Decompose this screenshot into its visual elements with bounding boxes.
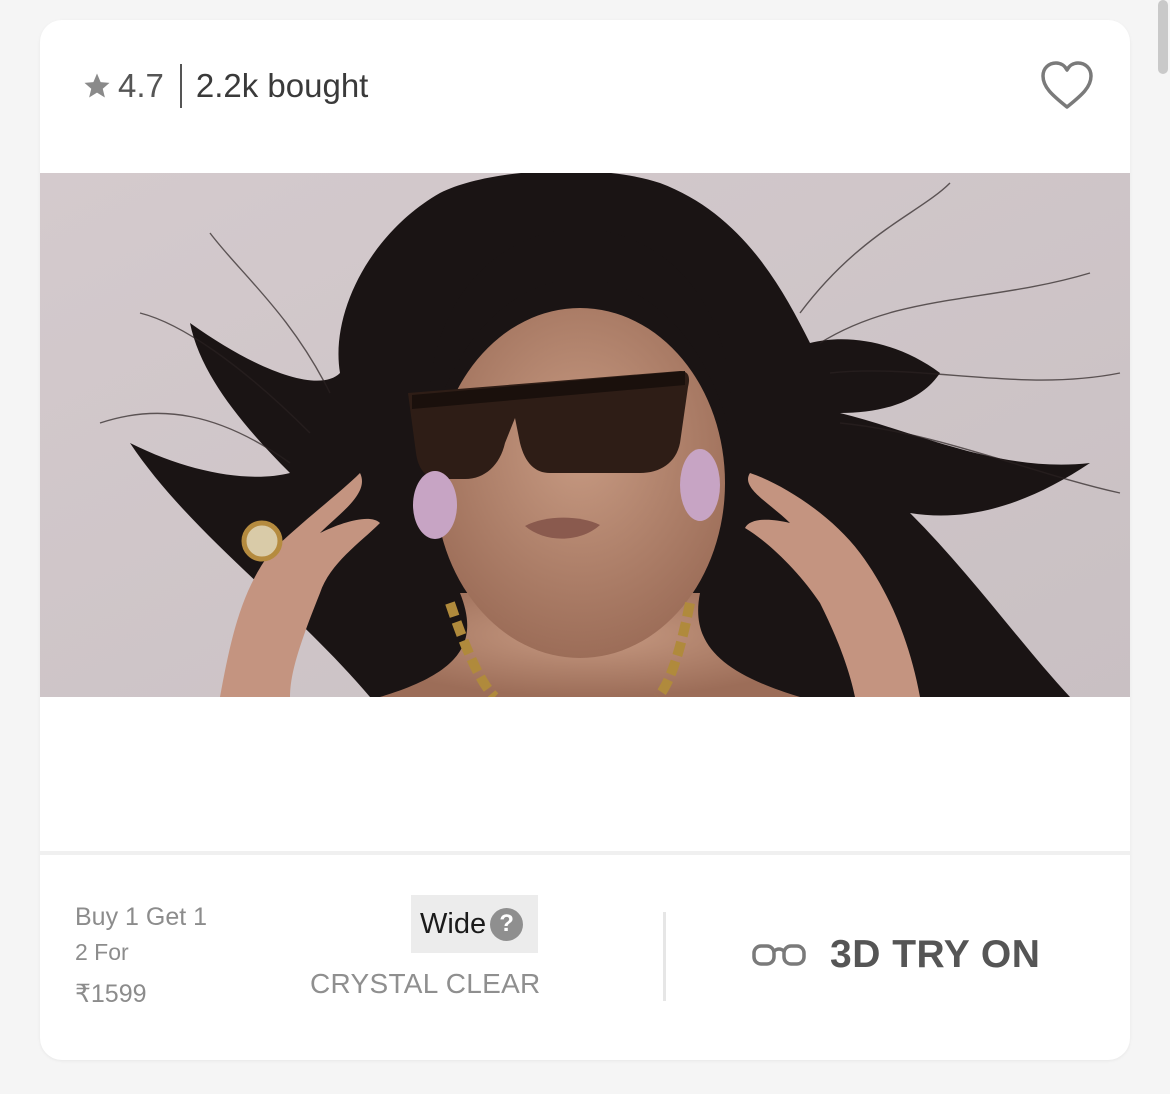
offer-text: Buy 1 Get 1 [75,903,208,931]
model-photo [40,173,1130,697]
frame-width-badge[interactable]: Wide ? [411,895,538,953]
rating-value: 4.7 [118,67,164,104]
lens-type: CRYSTAL CLEAR [310,968,541,999]
product-image[interactable] [40,173,1130,697]
page-scrollbar[interactable] [1158,0,1168,74]
product-card[interactable]: 4.7 2.2k bought Buy 1 Get 1 2 For ₹1599 … [40,20,1130,1060]
heart-outline-icon[interactable] [1040,60,1094,112]
glasses-icon [752,944,806,966]
footer-divider [663,912,666,1001]
rating-divider [179,64,182,108]
3d-try-on-button[interactable]: 3D TRY ON [752,933,1040,977]
product-footer: Buy 1 Get 1 2 For ₹1599 Wide ? CRYSTAL C… [40,855,1130,1060]
frame-width-label: Wide [420,907,487,940]
offer-subtext: 2 For [75,939,129,965]
offer-price: ₹1599 [75,980,147,1008]
rating-row: 4.7 2.2k bought [82,64,368,108]
help-icon[interactable]: ? [490,907,524,941]
offer-block: Buy 1 Get 1 2 For ₹1599 [75,903,207,1015]
try-on-label: 3D TRY ON [830,933,1041,976]
star-icon [84,73,110,98]
bought-count: 2.2k bought [195,67,369,104]
